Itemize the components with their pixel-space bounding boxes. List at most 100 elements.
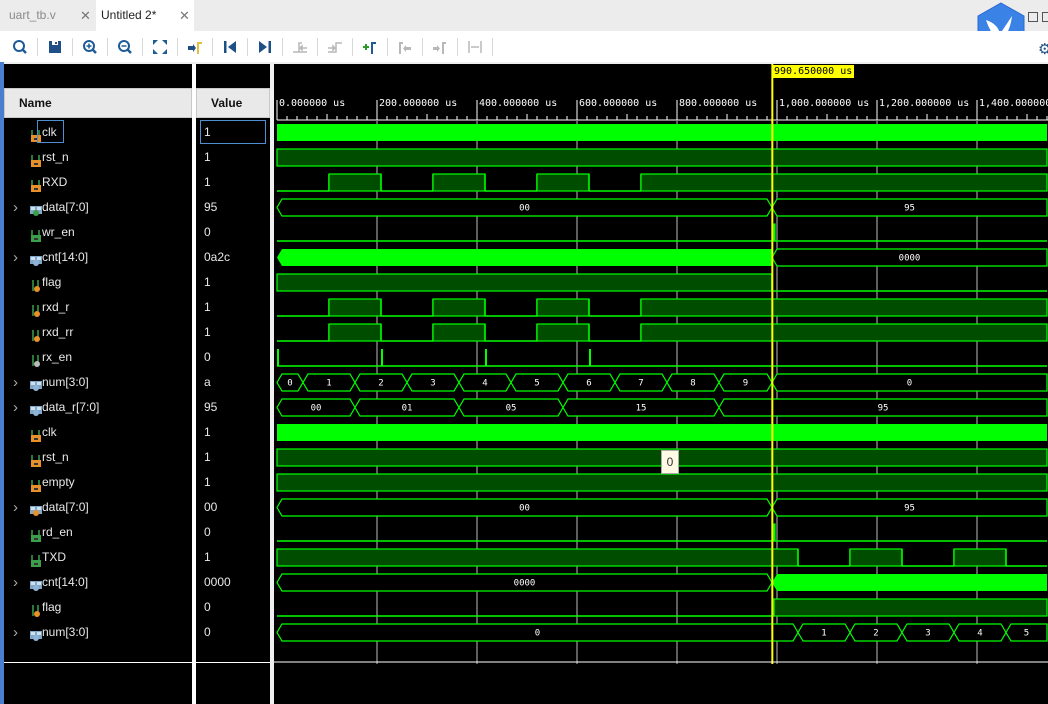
zoom-out-icon[interactable] <box>115 37 135 57</box>
bit-signal-icon <box>30 176 42 192</box>
expand-chevron-icon[interactable]: › <box>13 620 18 645</box>
name-column-header[interactable]: Name <box>4 88 192 118</box>
signal-name: data_r[7:0] <box>42 400 100 414</box>
signal-row[interactable]: rxd_rr <box>4 320 192 345</box>
signal-name: wr_en <box>42 225 75 239</box>
signal-value: 95 <box>204 400 218 414</box>
signal-name: rst_n <box>42 150 69 164</box>
signal-row[interactable]: TXD <box>4 545 192 570</box>
previous-transition-icon[interactable] <box>290 37 310 57</box>
list-end-divider <box>196 662 270 663</box>
value-tooltip: 0 <box>661 450 679 474</box>
signal-row[interactable]: rx_en <box>4 345 192 370</box>
signal-row[interactable]: › data_r[7:0] <box>4 395 192 420</box>
signal-row[interactable]: clk <box>4 420 192 445</box>
expand-chevron-icon[interactable]: › <box>13 495 18 520</box>
bus-segment-label: 00 <box>519 204 530 214</box>
bus-segment-label: 01 <box>402 404 413 414</box>
tab-untitled-2[interactable]: Untitled 2* ✕ <box>96 0 194 31</box>
next-marker-icon[interactable] <box>430 37 450 57</box>
bit-signal-icon <box>30 601 42 617</box>
signal-row[interactable]: wr_en <box>4 220 192 245</box>
bit-waveform-high <box>432 298 486 317</box>
bus-signal-icon <box>30 376 42 391</box>
signal-value: 1 <box>204 475 211 489</box>
signal-row[interactable]: › num[3:0] <box>4 620 192 645</box>
previous-marker-icon[interactable] <box>395 37 415 57</box>
go-to-cursor-icon[interactable] <box>185 37 205 57</box>
signal-row[interactable]: empty <box>4 470 192 495</box>
signal-row[interactable]: › data[7:0] <box>4 195 192 220</box>
signal-row[interactable]: › cnt[14:0] <box>4 245 192 270</box>
signal-row[interactable]: rst_n <box>4 445 192 470</box>
signal-row[interactable]: › data[7:0] <box>4 495 192 520</box>
ruler-tick-label: 400.000000 us <box>479 98 557 109</box>
expand-chevron-icon[interactable]: › <box>13 195 18 220</box>
signal-row[interactable]: RXD <box>4 170 192 195</box>
signal-row[interactable]: flag <box>4 595 192 620</box>
swap-cursors-icon[interactable] <box>465 37 485 57</box>
bus-segment-label: 1 <box>821 629 826 639</box>
bit-waveform-high <box>953 548 1007 567</box>
expand-chevron-icon[interactable]: › <box>13 570 18 595</box>
bit-pulse <box>381 349 383 366</box>
restore-icon[interactable] <box>1042 12 1048 22</box>
bit-signal-icon <box>30 426 42 442</box>
bit-signal-icon <box>30 276 42 292</box>
expand-chevron-icon[interactable]: › <box>13 395 18 420</box>
bus-segment-label: 6 <box>586 379 591 389</box>
bit-pulse <box>589 349 591 366</box>
bit-waveform-high <box>849 548 903 567</box>
signal-value: 0 <box>204 350 211 364</box>
signal-value: 1 <box>204 275 211 289</box>
zoom-in-icon[interactable] <box>80 37 100 57</box>
signal-row[interactable]: rxd_r <box>4 295 192 320</box>
cursor-time-label[interactable]: 990.650000 us <box>772 65 855 78</box>
tab-uart-tb[interactable]: uart_tb.v ✕ <box>0 0 96 31</box>
zoom-fit-icon[interactable] <box>150 37 170 57</box>
bit-signal-icon <box>30 351 42 367</box>
bit-signal-icon <box>30 151 42 167</box>
maximize-icon[interactable] <box>1028 12 1038 22</box>
ruler-tick-label: 800.000000 us <box>679 98 757 109</box>
signal-row[interactable]: clk <box>4 120 192 145</box>
bus-segment-label: 95 <box>904 204 915 214</box>
signal-row[interactable]: rd_en <box>4 520 192 545</box>
signal-name: data[7:0] <box>42 200 89 214</box>
bus-segment-label: 0 <box>535 629 540 639</box>
bit-waveform-high <box>432 173 486 192</box>
go-to-time-zero-icon[interactable] <box>220 37 240 57</box>
signal-value: 0 <box>204 525 211 539</box>
signal-row[interactable]: flag <box>4 270 192 295</box>
search-icon[interactable] <box>10 37 30 57</box>
bit-waveform-high <box>773 598 1048 617</box>
bus-segment-label: 0 <box>907 379 912 389</box>
go-to-last-time-icon[interactable] <box>255 37 275 57</box>
next-transition-icon[interactable] <box>325 37 345 57</box>
bus-segment-label: 05 <box>506 404 517 414</box>
waveform-canvas[interactable]: 0.000000 us 200.000000 us 400.000000 us 600… <box>274 64 1048 704</box>
save-icon[interactable] <box>45 37 65 57</box>
signal-row[interactable]: › cnt[14:0] <box>4 570 192 595</box>
expand-chevron-icon[interactable]: › <box>13 245 18 270</box>
signal-value: 1 <box>204 425 211 439</box>
bit-waveform-high <box>432 323 486 342</box>
settings-gear-icon[interactable]: ⚙ <box>1038 40 1048 58</box>
bus-segment-label: 5 <box>1024 629 1029 639</box>
signal-row[interactable]: rst_n <box>4 145 192 170</box>
signal-row[interactable]: › num[3:0] <box>4 370 192 395</box>
bus-segment-label: 95 <box>878 404 889 414</box>
close-icon[interactable]: ✕ <box>80 0 91 31</box>
bus-signal-icon <box>30 251 42 266</box>
close-icon[interactable]: ✕ <box>179 0 190 31</box>
ruler-tick-label: 1,200.000000 us <box>879 98 969 109</box>
signal-value: 1 <box>204 150 211 164</box>
bus-segment-label: 4 <box>482 379 487 389</box>
value-column-header[interactable]: Value <box>196 88 270 118</box>
add-marker-icon[interactable] <box>360 37 380 57</box>
signal-value: 1 <box>204 450 211 464</box>
bit-waveform-high <box>328 323 382 342</box>
signal-name: clk <box>42 425 57 439</box>
waveform-svg[interactable]: 0.000000 us 200.000000 us 400.000000 us 600… <box>274 64 1048 704</box>
expand-chevron-icon[interactable]: › <box>13 370 18 395</box>
